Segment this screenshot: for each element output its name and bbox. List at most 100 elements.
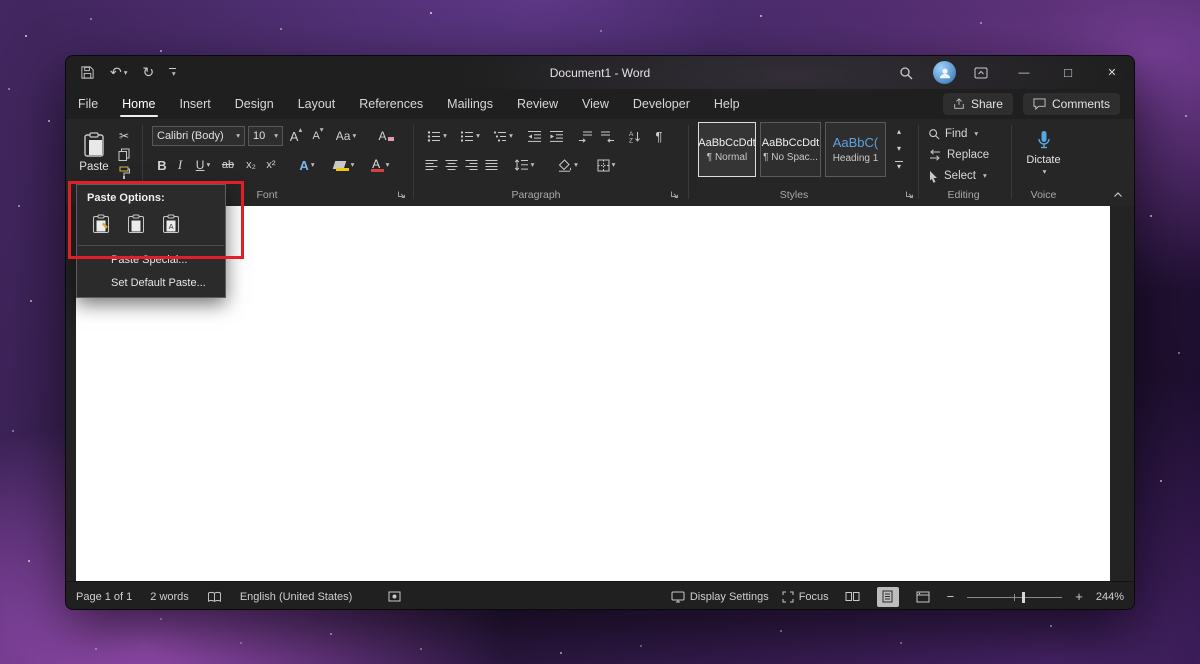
increase-indent-button[interactable] [547, 126, 565, 146]
paste-button[interactable]: Paste [74, 122, 114, 182]
replace-button[interactable]: Replace [928, 146, 989, 164]
styles-more-button[interactable]: ▾ [891, 158, 907, 174]
font-color-button[interactable]: A ▾ [366, 155, 392, 175]
maximize-button[interactable]: □ [1046, 56, 1090, 89]
paste-special-menu-item[interactable]: Paste Special... [77, 248, 225, 271]
shading-button[interactable]: ▾ [554, 155, 582, 175]
tab-design[interactable]: Design [223, 89, 286, 119]
borders-button[interactable]: ▾ [592, 155, 620, 175]
bullets-button[interactable]: ▾ [424, 126, 450, 146]
styles-dialog-launcher-icon[interactable] [904, 189, 914, 199]
highlight-color-button[interactable]: ▾ [330, 155, 358, 175]
page-indicator[interactable]: Page 1 of 1 [76, 591, 132, 603]
ribbon-display-options-icon[interactable] [974, 67, 988, 79]
underline-glyph: U [195, 158, 205, 172]
proofing-icon[interactable] [207, 591, 222, 603]
customize-quick-access-button[interactable]: ▾ [169, 67, 177, 78]
copy-button[interactable] [116, 144, 132, 164]
print-layout-button[interactable] [876, 586, 899, 607]
web-layout-button[interactable] [912, 587, 934, 607]
align-center-button[interactable] [442, 155, 460, 175]
cut-button[interactable]: ✂ [116, 126, 132, 146]
word-count[interactable]: 2 words [150, 591, 189, 603]
merge-formatting-button[interactable] [122, 211, 150, 237]
sort-button[interactable]: AZ [625, 126, 643, 146]
word-window: ↶ ▾ ↻ ▾ Document1 - Word — □ ✕ File Home… [65, 55, 1135, 610]
language-indicator[interactable]: English (United States) [240, 591, 353, 603]
tab-developer[interactable]: Developer [621, 89, 702, 119]
close-button[interactable]: ✕ [1090, 56, 1134, 89]
underline-button[interactable]: U ▾ [190, 155, 216, 175]
paragraph-dialog-launcher-icon[interactable] [669, 189, 679, 199]
right-to-left-button[interactable] [598, 126, 616, 146]
subscript-button[interactable]: x₂ [243, 155, 259, 175]
read-mode-button[interactable] [842, 587, 864, 607]
format-painter-button[interactable] [116, 162, 132, 182]
tab-help[interactable]: Help [702, 89, 752, 119]
style-normal[interactable]: AaBbCcDdt ¶ Normal [698, 122, 756, 177]
focus-button[interactable]: Focus [782, 591, 829, 603]
tab-home[interactable]: Home [110, 89, 167, 119]
align-left-button[interactable] [422, 155, 440, 175]
align-right-button[interactable] [462, 155, 480, 175]
status-bar: Page 1 of 1 2 words English (United Stat… [66, 581, 1134, 609]
avatar[interactable] [933, 61, 956, 84]
style-no-spacing[interactable]: AaBbCcDdt ¶ No Spac... [760, 122, 821, 177]
zoom-slider[interactable] [967, 591, 1063, 603]
text-effects-button[interactable]: A ▾ [294, 155, 320, 175]
macro-record-icon[interactable] [388, 591, 401, 602]
multilevel-list-button[interactable]: ▾ [490, 126, 516, 146]
bold-button[interactable]: B [154, 155, 170, 175]
set-default-paste-menu-item[interactable]: Set Default Paste... [77, 271, 225, 294]
zoom-thumb[interactable] [1022, 591, 1026, 603]
zoom-in-button[interactable]: + [1075, 589, 1083, 604]
font-name-combobox[interactable]: Calibri (Body) ▾ [152, 126, 245, 146]
minimize-button[interactable]: — [1002, 56, 1046, 89]
group-separator [413, 125, 414, 199]
justify-button[interactable] [482, 155, 500, 175]
zoom-level[interactable]: 244% [1096, 591, 1124, 603]
clear-formatting-button[interactable]: A [376, 126, 396, 146]
keep-source-formatting-button[interactable] [87, 211, 115, 237]
find-button[interactable]: Find ▾ [928, 125, 978, 143]
numbering-button[interactable]: ▾ [457, 126, 483, 146]
vertical-scrollbar[interactable] [1110, 206, 1134, 581]
tab-layout[interactable]: Layout [286, 89, 348, 119]
zoom-center-tick [1014, 593, 1016, 601]
show-hide-pilcrow-button[interactable]: ¶ [651, 126, 667, 146]
search-icon[interactable] [899, 66, 913, 80]
superscript-button[interactable]: x² [263, 155, 279, 175]
grow-font-button[interactable]: A ▴ [287, 126, 305, 146]
tab-references[interactable]: References [347, 89, 435, 119]
tab-file[interactable]: File [66, 89, 110, 119]
comments-button[interactable]: Comments [1022, 93, 1120, 115]
zoom-out-button[interactable]: − [947, 589, 955, 604]
font-dialog-launcher-icon[interactable] [396, 189, 406, 199]
tab-review[interactable]: Review [505, 89, 570, 119]
document-page[interactable] [76, 206, 1110, 581]
italic-button[interactable]: I [173, 155, 187, 175]
styles-scroll-up-button[interactable]: ▴ [891, 124, 907, 138]
display-settings-button[interactable]: Display Settings [671, 591, 769, 603]
collapse-ribbon-button[interactable] [1109, 187, 1127, 201]
shrink-font-button[interactable]: A ▾ [309, 126, 327, 146]
share-button[interactable]: Share [942, 93, 1013, 115]
strikethrough-button[interactable]: ab [219, 155, 237, 175]
style-heading-1[interactable]: AaBbC( Heading 1 [825, 122, 886, 177]
font-size-combobox[interactable]: 10 ▾ [248, 126, 283, 146]
undo-button[interactable]: ↶ ▾ [110, 64, 128, 81]
styles-scroll-down-button[interactable]: ▾ [891, 141, 907, 155]
tab-insert[interactable]: Insert [168, 89, 223, 119]
left-to-right-button[interactable] [576, 126, 594, 146]
change-case-button[interactable]: Aa ▾ [332, 126, 360, 146]
decrease-indent-button[interactable] [525, 126, 543, 146]
select-button[interactable]: Select ▾ [928, 167, 987, 185]
undo-icon: ↶ [110, 64, 122, 80]
save-icon[interactable] [80, 65, 95, 80]
keep-text-only-button[interactable]: A [157, 211, 185, 237]
redo-button[interactable]: ↻ [143, 64, 155, 81]
tab-mailings[interactable]: Mailings [435, 89, 505, 119]
dictate-button[interactable]: Dictate ▾ [1016, 122, 1071, 184]
tab-view[interactable]: View [570, 89, 621, 119]
line-spacing-button[interactable]: ▾ [510, 155, 538, 175]
